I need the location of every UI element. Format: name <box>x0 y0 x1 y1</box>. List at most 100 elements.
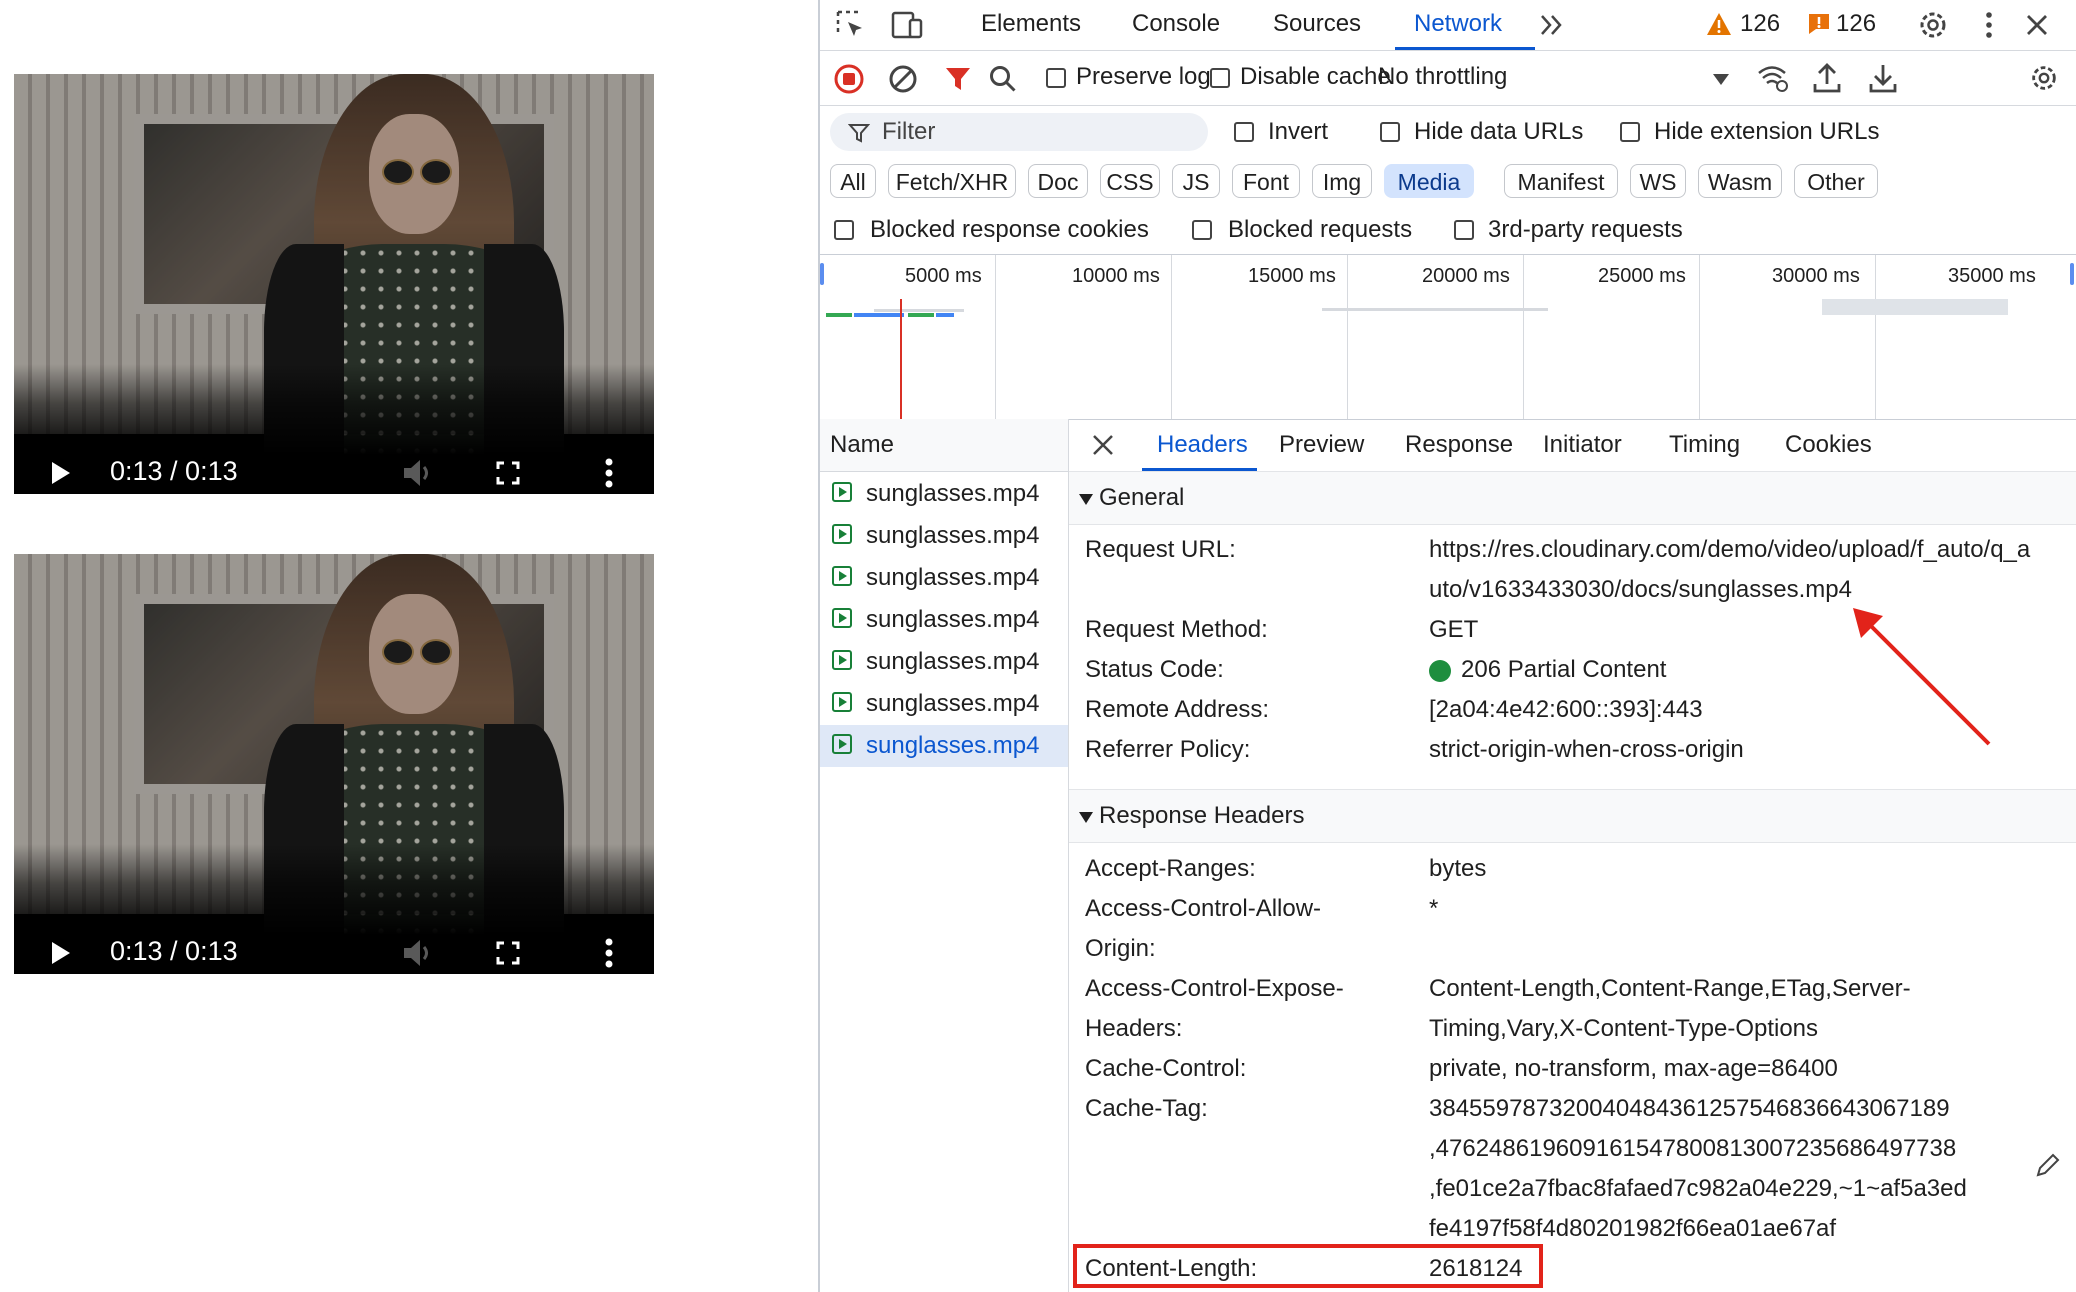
chevron-down-icon[interactable] <box>1712 72 1730 86</box>
acao-value: * <box>1429 895 1439 922</box>
more-tabs-icon[interactable] <box>1536 8 1570 42</box>
throttling-select[interactable]: No throttling <box>1378 63 1507 91</box>
kebab-menu-icon[interactable] <box>1972 8 2006 42</box>
search-icon[interactable] <box>988 64 1018 94</box>
play-icon[interactable] <box>52 942 70 964</box>
device-toolbar-icon[interactable] <box>890 8 924 42</box>
import-har-icon[interactable] <box>1812 62 1842 94</box>
hide-data-urls-checkbox[interactable] <box>1380 122 1400 142</box>
tab-preview[interactable]: Preview <box>1279 431 1364 459</box>
chip-all[interactable]: All <box>830 164 876 198</box>
fullscreen-icon[interactable] <box>496 941 520 965</box>
disable-cache-checkbox[interactable] <box>1210 68 1230 88</box>
warning-count[interactable]: 126 <box>1740 10 1780 38</box>
request-name: sunglasses.mp4 <box>866 522 1040 549</box>
media-file-icon <box>832 650 852 670</box>
status-ok-dot <box>1429 660 1451 682</box>
referrer-policy-key: Referrer Policy: <box>1085 736 1251 763</box>
request-row-selected[interactable]: sunglasses.mp4 <box>820 725 1068 767</box>
filter-input[interactable]: Filter <box>830 113 1208 151</box>
cache-control-key: Cache-Control: <box>1085 1055 1247 1082</box>
response-headers-section-header[interactable]: Response Headers <box>1069 789 2076 843</box>
blocked-cookies-checkbox[interactable] <box>834 220 854 240</box>
request-row[interactable]: sunglasses.mp4 <box>820 683 1068 725</box>
blocked-requests-checkbox[interactable] <box>1192 220 1212 240</box>
remote-address-value: [2a04:4e42:600::393]:443 <box>1429 696 1703 723</box>
request-row[interactable]: sunglasses.mp4 <box>820 557 1068 599</box>
settings-icon[interactable] <box>1916 8 1950 42</box>
grid-line <box>1523 255 1524 419</box>
request-list: Name sunglasses.mp4 sunglasses.mp4 sungl… <box>820 419 1069 1292</box>
tab-initiator[interactable]: Initiator <box>1543 431 1622 459</box>
filter-funnel-icon[interactable] <box>944 65 972 93</box>
hide-extension-urls-checkbox[interactable] <box>1620 122 1640 142</box>
chip-manifest[interactable]: Manifest <box>1504 164 1618 198</box>
timeline-label: 25000 ms <box>1598 265 1686 287</box>
more-options-icon[interactable] <box>604 458 614 488</box>
chip-other[interactable]: Other <box>1794 164 1878 198</box>
play-icon[interactable] <box>52 462 70 484</box>
chip-font[interactable]: Font <box>1232 164 1300 198</box>
timeline-label: 20000 ms <box>1422 265 1510 287</box>
tab-headers[interactable]: Headers <box>1157 431 1248 459</box>
timeline-bar <box>854 313 904 317</box>
tab-sources[interactable]: Sources <box>1273 10 1361 38</box>
tab-elements[interactable]: Elements <box>981 10 1081 38</box>
tab-timing[interactable]: Timing <box>1669 431 1740 459</box>
chip-ws[interactable]: WS <box>1630 164 1686 198</box>
tab-network[interactable]: Network <box>1414 10 1502 38</box>
chip-media[interactable]: Media <box>1384 164 1474 198</box>
preserve-log-checkbox[interactable] <box>1046 68 1066 88</box>
fullscreen-icon[interactable] <box>496 461 520 485</box>
cache-tag-value-cont: fe4197f58f4d80201982f66ea01ae67af <box>1429 1215 1837 1242</box>
status-code-key: Status Code: <box>1085 656 1224 683</box>
tab-console[interactable]: Console <box>1132 10 1220 38</box>
chip-js[interactable]: JS <box>1172 164 1220 198</box>
tab-cookies[interactable]: Cookies <box>1785 431 1872 459</box>
request-row[interactable]: sunglasses.mp4 <box>820 599 1068 641</box>
timeline-right-handle[interactable] <box>2070 263 2074 285</box>
chip-fetch-xhr[interactable]: Fetch/XHR <box>888 164 1016 198</box>
chip-css[interactable]: CSS <box>1100 164 1160 198</box>
request-name: sunglasses.mp4 <box>866 606 1040 633</box>
close-icon[interactable] <box>1091 433 1115 457</box>
request-row[interactable]: sunglasses.mp4 <box>820 641 1068 683</box>
timeline-bar <box>908 313 934 317</box>
network-settings-icon[interactable] <box>2028 62 2060 94</box>
request-row[interactable]: sunglasses.mp4 <box>820 473 1068 515</box>
chip-img[interactable]: Img <box>1312 164 1372 198</box>
response-headers-title: Response Headers <box>1099 802 1305 829</box>
volume-icon[interactable] <box>402 938 434 968</box>
close-devtools-icon[interactable] <box>2020 8 2054 42</box>
chip-wasm[interactable]: Wasm <box>1698 164 1782 198</box>
record-stop-icon[interactable] <box>834 64 864 94</box>
volume-icon[interactable] <box>402 458 434 488</box>
invert-checkbox[interactable] <box>1234 122 1254 142</box>
edit-pencil-icon[interactable] <box>2035 1152 2061 1178</box>
chip-doc[interactable]: Doc <box>1028 164 1088 198</box>
third-party-checkbox[interactable] <box>1454 220 1474 240</box>
name-column-header[interactable]: Name <box>820 419 1068 472</box>
network-conditions-icon[interactable] <box>1756 62 1790 94</box>
invert-label: Invert <box>1268 118 1329 145</box>
export-har-icon[interactable] <box>1868 62 1898 94</box>
more-options-icon[interactable] <box>604 938 614 968</box>
media-file-icon <box>832 734 852 754</box>
tab-response[interactable]: Response <box>1405 431 1513 459</box>
media-file-icon <box>832 692 852 712</box>
request-url-value: https://res.cloudinary.com/demo/video/up… <box>1429 536 2031 563</box>
hide-data-urls-label: Hide data URLs <box>1414 118 1584 145</box>
clear-icon[interactable] <box>888 64 918 94</box>
request-name: sunglasses.mp4 <box>866 564 1040 591</box>
request-row[interactable]: sunglasses.mp4 <box>820 515 1068 557</box>
video-controls: 0:13 / 0:13 <box>14 364 654 494</box>
timeline-label: 5000 ms <box>905 265 982 287</box>
timeline-overview[interactable]: 5000 ms 10000 ms 15000 ms 20000 ms 25000… <box>820 254 2076 420</box>
issues-count[interactable]: 126 <box>1836 10 1876 38</box>
general-section-header[interactable]: General <box>1069 471 2076 525</box>
load-event-line <box>900 299 902 419</box>
timeline-left-handle[interactable] <box>820 263 824 285</box>
video-player-2[interactable]: 0:13 / 0:13 <box>14 554 654 974</box>
video-player-1[interactable]: 0:13 / 0:13 <box>14 74 654 494</box>
inspect-element-icon[interactable] <box>834 8 868 42</box>
